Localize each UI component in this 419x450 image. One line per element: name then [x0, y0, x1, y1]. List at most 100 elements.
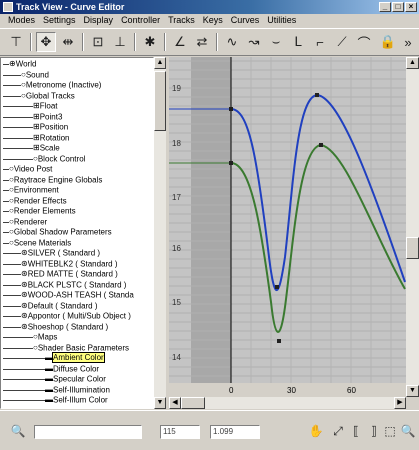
more-tools-icon[interactable]: »	[398, 32, 418, 52]
menu-keys[interactable]: Keys	[199, 14, 227, 27]
tree-item-shader-basic-parameters[interactable]: ○ Shader Basic Parameters	[33, 343, 129, 354]
scroll-left-icon[interactable]: ◀	[169, 397, 181, 409]
curve-key[interactable]	[229, 161, 233, 165]
tree-item-maps[interactable]: ○ Maps	[33, 332, 57, 343]
maximize-button[interactable]: □	[392, 2, 404, 12]
menu-settings[interactable]: Settings	[39, 14, 80, 27]
tree-item-environment[interactable]: ○ Environment	[9, 185, 59, 196]
tree-item-render-elements[interactable]: ○ Render Elements	[9, 206, 76, 217]
tree-item-video-post[interactable]: ○ Video Post	[9, 164, 52, 175]
track-name-field[interactable]	[34, 425, 142, 439]
tree-item-silver-standard[interactable]: ⊛ SILVER ( Standard )	[21, 248, 100, 259]
tree-item-black-plstc-standard[interactable]: ⊛ BLACK PLSTC ( Standard )	[21, 280, 126, 291]
zoom-icon[interactable]: 🔍	[400, 423, 416, 439]
zoom-extents-icon[interactable]: ⤢	[330, 423, 346, 439]
curve-scroll-thumb[interactable]	[406, 237, 419, 259]
tangent-fast-icon[interactable]: ⌣	[266, 32, 286, 52]
curve-key[interactable]	[315, 93, 319, 97]
tree-scroll-thumb[interactable]	[154, 71, 166, 131]
tree-item-label: Default ( Standard )	[27, 300, 98, 310]
curve-graph[interactable]: 19 18 17 16 15 14 0 30 60	[169, 57, 406, 397]
tangent-auto-icon[interactable]: ∿	[222, 32, 242, 52]
scale-values-icon[interactable]: ⊥	[110, 32, 130, 52]
tangent-custom-icon[interactable]: ↝	[244, 32, 264, 52]
tangent-smooth-icon[interactable]: ⌒	[354, 32, 374, 52]
tree-scrollbar[interactable]: ▲ ▼	[154, 57, 166, 409]
tree-item-appontor-multi-sub-object[interactable]: ⊛ Appontor ( Multi/Sub Object )	[21, 311, 131, 322]
value-field[interactable]: 1.099	[210, 425, 260, 439]
menu-display[interactable]: Display	[80, 14, 118, 27]
frame-field[interactable]: 115	[160, 425, 200, 439]
tree-item-point3[interactable]: ⊞ Point3	[33, 112, 62, 123]
tree-item-float[interactable]: ⊞ Float	[33, 101, 58, 112]
add-keys-icon[interactable]: ✱	[140, 32, 160, 52]
tree-item-diffuse-color[interactable]: ▬ Diffuse Color	[45, 364, 99, 375]
scroll-right-icon[interactable]: ▶	[394, 397, 406, 409]
pan-icon[interactable]: ✋	[308, 423, 324, 439]
app-icon	[3, 2, 13, 12]
zoom-region-icon[interactable]: ⬚	[382, 423, 398, 439]
tree-item-scale[interactable]: ⊞ Scale	[33, 143, 60, 154]
scroll-up-icon[interactable]: ▲	[406, 57, 419, 69]
tree-item-render-effects[interactable]: ○ Render Effects	[9, 196, 67, 207]
menu-modes[interactable]: Modes	[4, 14, 39, 27]
curve-vertical-scrollbar[interactable]: ▲ ▼	[406, 57, 419, 397]
draw-curves-icon[interactable]: ∠	[170, 32, 190, 52]
tree-item-default-standard[interactable]: ⊛ Default ( Standard )	[21, 301, 98, 312]
tree-item-label: Block Control	[37, 153, 86, 163]
tree-item-renderer[interactable]: ○ Renderer	[9, 217, 47, 228]
scale-keys-icon[interactable]: ⊡	[88, 32, 108, 52]
tree-item-red-matte-standard[interactable]: ⊛ RED MATTE ( Standard )	[21, 269, 118, 280]
controller-tree[interactable]: ⊕ World ○ Sound ○ Metronome (Inactive) ○ Gl…	[0, 57, 154, 409]
menu-controller[interactable]: Controller	[117, 14, 164, 27]
y-tick-label: 18	[172, 139, 181, 148]
reduce-keys-icon[interactable]: ⇄	[192, 32, 212, 52]
curve-key[interactable]	[229, 107, 233, 111]
tree-item-block-control[interactable]: ○ Block Control	[33, 154, 85, 165]
tree-item-global-tracks[interactable]: ○ Global Tracks	[21, 91, 75, 102]
tree-item-world[interactable]: ⊕ World	[9, 59, 36, 70]
tree-item-raytrace-engine-globals[interactable]: ○ Raytrace Engine Globals	[9, 175, 102, 186]
tree-item-scene-materials[interactable]: ○ Scene Materials	[9, 238, 71, 249]
curve-hscroll-thumb[interactable]	[181, 397, 205, 409]
scroll-down-icon[interactable]: ▼	[154, 397, 166, 409]
curve-key[interactable]	[277, 339, 281, 343]
scroll-up-icon[interactable]: ▲	[154, 57, 166, 69]
menu-tracks[interactable]: Tracks	[164, 14, 199, 27]
tree-item-label: Appontor ( Multi/Sub Object )	[27, 311, 131, 321]
tangent-step-icon[interactable]: ⌐	[310, 32, 330, 52]
tree-item-label: Metronome (Inactive)	[25, 80, 102, 90]
tree-item-rotation[interactable]: ⊞ Rotation	[33, 133, 70, 144]
zoom-selected-icon[interactable]: 🔍	[10, 423, 26, 439]
tree-item-wood-ash-teash-standa[interactable]: ⊛ WOOD-ASH TEASH ( Standa	[21, 290, 134, 301]
curve-key[interactable]	[275, 285, 279, 289]
tree-item-shoeshop-standard[interactable]: ⊛ Shoeshop ( Standard )	[21, 322, 108, 333]
tree-item-ambient-color[interactable]: ▬ Ambient Color	[45, 352, 105, 364]
parameter-icon: ▬	[45, 363, 53, 373]
curve-horizontal-scrollbar[interactable]: ◀ ▶	[169, 397, 406, 409]
tree-item-self-illumination[interactable]: ▬ Self-Illumination	[45, 385, 110, 396]
tree-item-metronome-inactive[interactable]: ○ Metronome (Inactive)	[21, 80, 101, 91]
curve-graph-svg[interactable]: 19 18 17 16 15 14 0 30 60	[169, 57, 406, 397]
move-keys-icon[interactable]: ✥	[36, 32, 56, 52]
close-button[interactable]: ×	[405, 2, 417, 12]
lock-tangents-icon[interactable]: 🔒	[378, 32, 398, 52]
tree-item-whiteblk2-standard[interactable]: ⊛ WHITEBLK2 ( Standard )	[21, 259, 118, 270]
filter-icon[interactable]: ⊤	[6, 32, 26, 52]
scroll-down-icon[interactable]: ▼	[406, 385, 419, 397]
menu-curves[interactable]: Curves	[227, 14, 264, 27]
tree-item-specular-color[interactable]: ▬ Specular Color	[45, 374, 106, 385]
tree-item-global-shadow-parameters[interactable]: ○ Global Shadow Parameters	[9, 227, 112, 238]
tree-item-sound[interactable]: ○ Sound	[21, 70, 49, 81]
tangent-slow-icon[interactable]: ᒪ	[288, 32, 308, 52]
menu-utilities[interactable]: Utilities	[263, 14, 300, 27]
tangent-linear-icon[interactable]: ⟋	[332, 32, 352, 52]
tree-item-self-illum-color[interactable]: ▬ Self-Illum Color	[45, 395, 108, 406]
minimize-button[interactable]: _	[379, 2, 391, 12]
curve-key[interactable]	[319, 143, 323, 147]
slide-keys-icon[interactable]: ⇹	[58, 32, 78, 52]
zoom-value-icon[interactable]: ⟧	[366, 423, 382, 439]
tree-item-label: Environment	[13, 185, 59, 195]
tree-item-position[interactable]: ⊞ Position	[33, 122, 68, 133]
zoom-horizontal-icon[interactable]: ⟦	[348, 423, 364, 439]
